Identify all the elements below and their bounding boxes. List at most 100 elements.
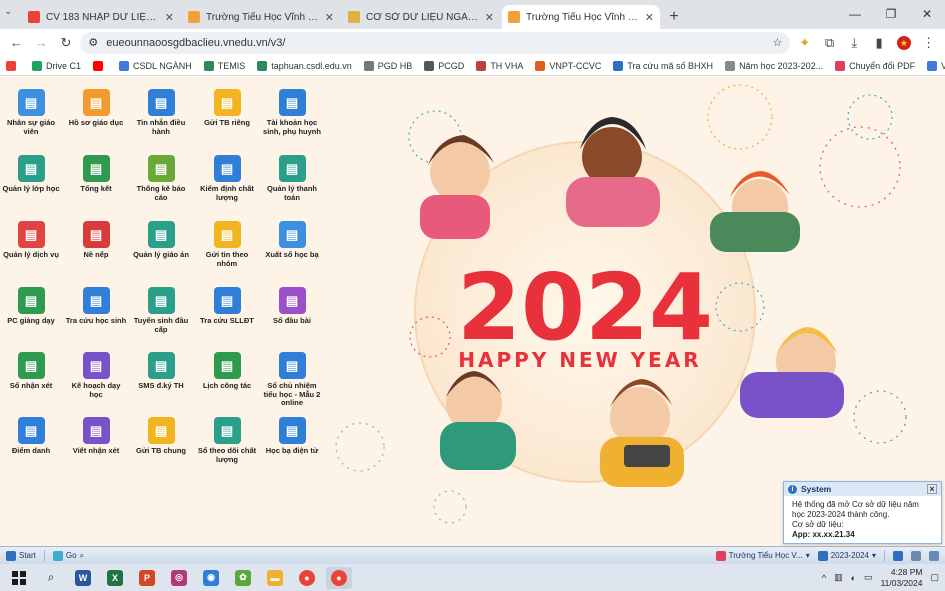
app-tile[interactable]: ▤ Tra cứu SLLĐT (196, 287, 258, 326)
app-tile[interactable]: ▤ Gửi TB chung (130, 417, 192, 456)
tab-close-icon[interactable]: ✕ (325, 11, 334, 24)
windows-start-icon[interactable] (6, 567, 32, 589)
settings-icon[interactable] (911, 550, 921, 561)
app-green-icon[interactable]: ✿ (230, 567, 256, 589)
clock[interactable]: 4:28 PM 11/03/2024 (881, 567, 923, 587)
bookmark-item[interactable]: Tra cứu mã số BHXH (613, 60, 713, 71)
bookmark-star-icon[interactable]: ☆ (772, 36, 782, 49)
bookmark-item[interactable] (93, 60, 107, 71)
chrome-profile-icon[interactable]: ● (326, 566, 352, 589)
app-tile[interactable]: ▤ Tin nhắn điều hành (130, 89, 192, 136)
extensions-puzzle-icon[interactable]: ⧉ (819, 32, 840, 54)
app-tile[interactable]: ▤ Điểm danh (0, 417, 62, 456)
app-tile[interactable]: ▤ Quản lý dịch vụ (0, 221, 62, 260)
browser-tab[interactable]: Trường Tiểu Học Vĩnh Hậu A - I ✕ (182, 5, 340, 29)
bookmark-item[interactable]: Chuyển đổi PDF (835, 60, 915, 71)
tab-search-icon[interactable]: ⌄ (4, 6, 18, 20)
tab-close-icon[interactable]: ✕ (645, 11, 654, 24)
app-tile[interactable]: ▤ Nhân sự giáo viên (0, 89, 62, 136)
windows-search-icon[interactable]: ⌕ (38, 567, 64, 589)
browser-tab[interactable]: CV 183 NHẬP DỮ LIỆU TT ĐIỀU ✕ (22, 5, 180, 29)
excel-icon[interactable]: X (102, 567, 128, 589)
app-tile[interactable]: ▤ Sổ chủ nhiệm tiểu học - Mẫu 2 online (261, 352, 323, 408)
address-bar[interactable]: ⚙ eueounnaoosgdbaclieu.vnedu.vn/v3/ ☆ (80, 31, 791, 54)
battery-icon[interactable]: ▭ (864, 572, 873, 583)
bookmark-item[interactable]: Drive C1 (32, 60, 81, 71)
app-tile[interactable]: ▤ Sổ nhận xét (0, 352, 62, 391)
school-selector[interactable]: Trường Tiểu Học V... ▾ (715, 550, 810, 561)
download-icon[interactable]: ⤓ (844, 32, 865, 54)
forward-icon[interactable]: → (31, 32, 52, 54)
logbook-icon: ▤ (278, 287, 306, 314)
app-tile[interactable]: ▤ Hồ sơ giáo dục (65, 89, 127, 128)
bookmark-item[interactable] (6, 60, 20, 71)
bookmark-item[interactable]: PGD HB (363, 60, 412, 71)
browser-tab[interactable]: Trường Tiểu Học Vĩnh Hậu A - I ✕ (502, 5, 660, 29)
app-tile[interactable]: ▤ Nề nếp (65, 221, 127, 260)
app-tile[interactable]: ▤ Lịch công tác (196, 352, 258, 391)
app-tile[interactable]: ▤ Gửi tin theo nhóm (196, 221, 258, 268)
app-tile[interactable]: ▤ Tra cứu học sinh (65, 287, 127, 326)
app-icon[interactable]: ◎ (166, 567, 192, 589)
app-tile[interactable]: ▤ Tổng kết (65, 155, 127, 194)
browser-tab[interactable]: CƠ SỞ DỮ LIỆU NGÀNH GIÁO I ✕ (342, 5, 500, 29)
app-tile[interactable]: ▤ Gửi TB riêng (196, 89, 258, 128)
app-tile[interactable]: ▤ Quản lý thanh toán (261, 155, 323, 202)
app-tile[interactable]: ▤ SMS đ.ký TH (130, 352, 192, 391)
power-icon[interactable] (929, 550, 939, 561)
app-tile[interactable]: ▤ Quản lý lớp học (0, 155, 62, 194)
bookmark-item[interactable]: PCGD (424, 60, 464, 71)
chrome-icon[interactable]: ● (294, 567, 320, 589)
bookmark-item[interactable]: Năm học 2023-202... (725, 60, 823, 71)
bookmark-item[interactable]: CSDL NGÀNH (119, 60, 192, 71)
bookmark-item[interactable]: taphuan.csdl.edu.vn (257, 60, 352, 71)
clock-time: 4:28 PM (890, 567, 923, 578)
tab-close-icon[interactable]: ✕ (165, 11, 174, 24)
new-tab-button[interactable]: + (662, 5, 686, 29)
restore-icon[interactable]: ❐ (873, 0, 909, 28)
site-info-icon[interactable]: ⚙ (88, 36, 98, 49)
extension-icon[interactable]: ✦ (794, 32, 815, 54)
bookmark-item[interactable]: VNEDU (927, 60, 945, 71)
back-icon[interactable]: ← (6, 32, 27, 54)
app-tile[interactable]: ▤ Sổ đầu bài (261, 287, 323, 326)
divider (884, 549, 885, 562)
app-tile-label: Viết nhận xét (72, 446, 120, 455)
app-tile[interactable]: ▤ Kế hoạch dạy học (65, 352, 127, 399)
app-tile[interactable]: ▤ Sổ theo dõi chất lượng (196, 417, 258, 464)
volume-icon[interactable]: ◐ (851, 573, 856, 583)
menu-icon[interactable]: ⋮ (918, 32, 939, 54)
minimize-icon[interactable]: — (837, 0, 873, 28)
app-tile[interactable]: ▤ Xuất sổ học bạ (261, 221, 323, 260)
powerpoint-icon[interactable]: P (134, 567, 160, 589)
reload-icon[interactable]: ↻ (56, 32, 77, 54)
search-icon[interactable]: ⌕ (80, 551, 84, 561)
info-icon[interactable] (893, 550, 903, 561)
app-tile[interactable]: ▤ Quản lý giáo án (130, 221, 192, 260)
bookmark-favicon-icon (835, 60, 846, 71)
network-icon[interactable]: ▥ (834, 572, 843, 583)
chevron-up-icon[interactable]: ^ (822, 573, 826, 583)
app-tile[interactable]: ▤ PC giảng dạy (0, 287, 62, 326)
word-icon[interactable]: W (70, 567, 96, 589)
notification-close-icon[interactable]: × (927, 484, 937, 494)
year-selector[interactable]: 2023-2024 ▾ (817, 550, 876, 561)
bookmark-item[interactable]: TEMIS (203, 60, 245, 71)
app-tile[interactable]: ▤ Thống kê báo cáo (130, 155, 192, 202)
bookmark-item[interactable]: VNPT-CCVC (535, 60, 601, 71)
app-tile[interactable]: ▤ Học bạ điện tử (261, 417, 323, 456)
sidepanel-icon[interactable]: ▮ (869, 32, 890, 54)
zalo-icon[interactable]: ◉ (198, 567, 224, 589)
close-icon[interactable]: ✕ (909, 0, 945, 28)
file-explorer-icon[interactable]: ▬ (262, 567, 288, 589)
bookmark-item[interactable]: TH VHA (476, 60, 523, 71)
app-tile[interactable]: ▤ Kiểm định chất lượng (196, 155, 258, 202)
start-button[interactable]: Start (6, 550, 36, 561)
app-tile[interactable]: ▤ Tài khoản học sinh, phụ huynh (261, 89, 323, 136)
notification-bell-icon[interactable]: ▢ (930, 572, 939, 583)
app-tile[interactable]: ▤ Viết nhận xét (65, 417, 127, 456)
profile-avatar[interactable]: ★ (893, 32, 914, 54)
go-button[interactable]: Go ⌕ (52, 550, 84, 561)
app-tile[interactable]: ▤ Tuyển sinh đầu cấp (130, 287, 192, 334)
tab-close-icon[interactable]: ✕ (485, 11, 494, 24)
